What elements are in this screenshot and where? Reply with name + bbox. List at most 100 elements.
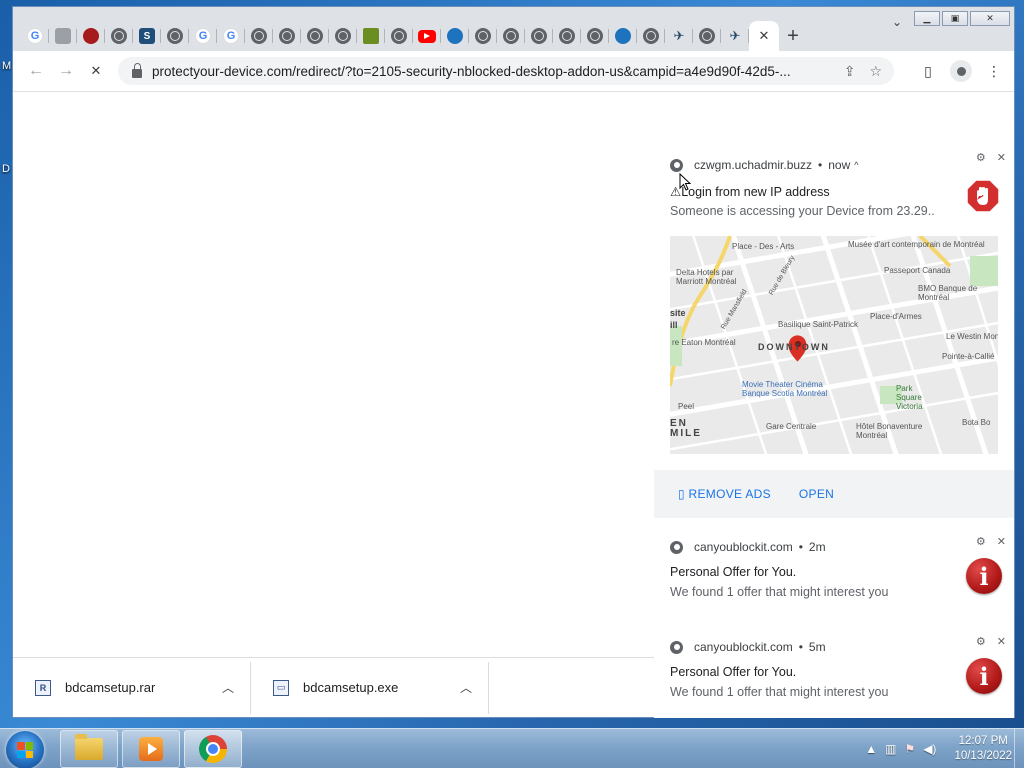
browser-tab[interactable]: G — [189, 21, 217, 51]
clock-time: 12:07 PM — [958, 735, 1008, 747]
browser-tab[interactable] — [245, 21, 273, 51]
network-icon[interactable]: ▥ — [885, 742, 896, 756]
browser-tab[interactable] — [553, 21, 581, 51]
close-notification-icon[interactable]: ✕ — [997, 535, 1006, 548]
back-button[interactable]: ← — [21, 56, 51, 86]
browser-tab[interactable] — [77, 21, 105, 51]
close-notification-icon[interactable]: ✕ — [997, 151, 1006, 164]
globe-icon — [531, 28, 547, 44]
browser-tab[interactable] — [161, 21, 189, 51]
map-label: Movie Theater Cinéma Banque Scotia Montr… — [742, 380, 828, 398]
system-tray: ▲ ▥ ⚑ ◀) 12:07 PM 10/13/2022 — [865, 729, 1012, 768]
map-label: MILE — [670, 428, 702, 439]
browser-tab[interactable] — [441, 21, 469, 51]
browser-tab[interactable]: G — [217, 21, 245, 51]
bookmark-star-icon[interactable]: ☆ — [869, 63, 882, 80]
browser-tab[interactable] — [357, 21, 385, 51]
notification-title: Personal Offer for You. — [670, 665, 797, 679]
lock-icon[interactable] — [132, 62, 142, 78]
profile-avatar[interactable] — [950, 60, 972, 82]
notification-card[interactable]: canyoublockit.com • 2m ⚙ ✕ Personal Offe… — [654, 524, 1014, 618]
stop-sign-icon — [966, 179, 1000, 213]
close-tab-icon[interactable]: ✕ — [759, 28, 770, 44]
globe-icon — [111, 28, 127, 44]
globe-icon — [643, 28, 659, 44]
browser-tab[interactable]: ✈ — [665, 21, 693, 51]
close-notification-icon[interactable]: ✕ — [997, 635, 1006, 648]
browser-tab[interactable] — [581, 21, 609, 51]
browser-tab[interactable] — [637, 21, 665, 51]
browser-tab[interactable] — [469, 21, 497, 51]
taskbar-explorer[interactable] — [60, 730, 118, 768]
blue-swirl-icon — [447, 28, 463, 44]
shield-icon — [55, 28, 71, 44]
settings-gear-icon[interactable]: ⚙ — [976, 151, 986, 164]
map-label: DOWNTOWN — [758, 342, 830, 352]
taskbar-chrome[interactable] — [184, 730, 242, 768]
globe-icon — [307, 28, 323, 44]
active-tab[interactable]: ✕ — [749, 21, 779, 51]
action-center-flag-icon[interactable]: ⚑ — [904, 742, 915, 756]
notification-time: 5m — [808, 640, 826, 654]
browser-tab[interactable] — [525, 21, 553, 51]
browser-tab[interactable] — [273, 21, 301, 51]
show-hidden-icons-icon[interactable]: ▲ — [865, 742, 877, 756]
map-label: Gare Centrale — [766, 422, 817, 431]
map-label: Delta Hotels par Marriott Montréal — [676, 268, 737, 286]
stop-loading-button[interactable]: ✕ — [81, 56, 111, 86]
browser-tab[interactable] — [413, 21, 441, 51]
browser-tab[interactable] — [301, 21, 329, 51]
notification-buttons: ▯ REMOVE ADS OPEN — [654, 470, 1014, 518]
notification-card[interactable]: czwgm.uchadmir.buzz • now ^ ⚙ ✕ ⚠Login f… — [654, 140, 1014, 518]
taskbar-media-player[interactable] — [122, 730, 180, 768]
chevron-up-icon[interactable]: ︿ — [460, 679, 472, 696]
show-desktop-button[interactable] — [1014, 729, 1024, 768]
browser-tab[interactable] — [49, 21, 77, 51]
settings-gear-icon[interactable]: ⚙ — [976, 635, 986, 648]
menu-icon[interactable]: ⋮ — [982, 57, 1006, 85]
browser-tab[interactable] — [693, 21, 721, 51]
news-icon — [363, 28, 379, 44]
map-label: Pointe-à-Callié — [942, 352, 995, 361]
browser-tab[interactable] — [609, 21, 637, 51]
start-button[interactable] — [6, 731, 44, 768]
globe-icon — [251, 28, 267, 44]
globe-icon — [475, 28, 491, 44]
browser-tab[interactable] — [497, 21, 525, 51]
media-player-icon — [139, 737, 163, 761]
forward-button[interactable]: → — [51, 56, 81, 86]
url-text[interactable]: protectyour-device.com/redirect/?to=2105… — [152, 64, 832, 79]
globe-icon — [699, 28, 715, 44]
map-label: BMO Banque de Montréal — [918, 284, 978, 302]
chrome-icon — [199, 735, 227, 763]
chevron-up-icon[interactable]: ︿ — [222, 679, 234, 696]
browser-tab[interactable]: G — [21, 21, 49, 51]
download-filename: bdcamsetup.rar — [65, 680, 156, 695]
rar-file-icon: R — [35, 679, 51, 696]
download-item[interactable]: R bdcamsetup.rar ︿ — [13, 661, 251, 714]
download-item[interactable]: ▭ bdcamsetup.exe ︿ — [251, 661, 489, 714]
side-panel-icon[interactable]: ▯ — [916, 57, 940, 85]
chevron-up-icon[interactable]: ^ — [854, 160, 858, 170]
globe-icon — [167, 28, 183, 44]
settings-gear-icon[interactable]: ⚙ — [976, 535, 986, 548]
map-image: Place - Des - Arts Musée d'art contempor… — [670, 236, 998, 454]
tab-search-button[interactable]: ⌄ — [892, 15, 902, 29]
browser-tab[interactable] — [385, 21, 413, 51]
browser-tab[interactable]: ✈ — [721, 21, 749, 51]
clock[interactable]: 12:07 PM 10/13/2022 — [954, 734, 1012, 764]
share-icon[interactable]: ⇪ — [844, 63, 856, 80]
address-bar[interactable]: protectyour-device.com/redirect/?to=2105… — [118, 57, 894, 85]
map-label: ill — [670, 320, 678, 330]
notification-card[interactable]: canyoublockit.com • 5m ⚙ ✕ Personal Offe… — [654, 624, 1014, 718]
browser-tab[interactable]: S — [133, 21, 161, 51]
browser-tab[interactable] — [105, 21, 133, 51]
notification-site: canyoublockit.com — [694, 640, 793, 654]
map-label: Bota Bo — [962, 418, 991, 427]
open-button[interactable]: OPEN — [799, 487, 834, 501]
volume-icon[interactable]: ◀) — [923, 742, 936, 756]
new-tab-button[interactable]: + — [779, 25, 807, 48]
browser-tab[interactable] — [329, 21, 357, 51]
remove-ads-button[interactable]: ▯ REMOVE ADS — [678, 487, 771, 501]
notification-header: czwgm.uchadmir.buzz • now ^ — [670, 158, 859, 172]
